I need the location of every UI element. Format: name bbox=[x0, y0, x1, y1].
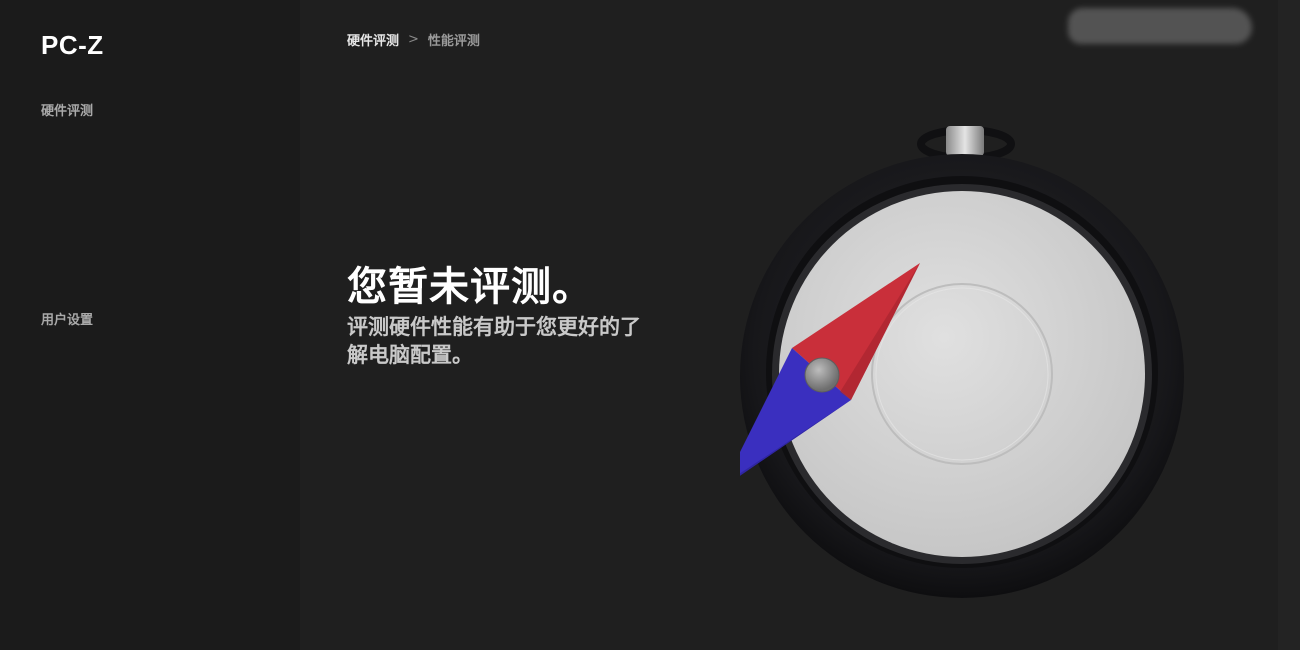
sidebar-item-user-settings[interactable]: 用户设置 bbox=[41, 309, 93, 328]
compass-crown bbox=[946, 126, 984, 156]
sidebar: PC-Z 硬件评测 用户设置 bbox=[0, 0, 300, 650]
breadcrumb-current: 性能评测 bbox=[427, 34, 480, 49]
compass-icon bbox=[740, 120, 1186, 600]
redacted-account-area bbox=[1068, 8, 1252, 44]
compass-center-pin bbox=[804, 357, 840, 393]
breadcrumb-root[interactable]: 硬件评测 bbox=[347, 30, 399, 49]
breadcrumb: 硬件评测 > 性能评测 bbox=[347, 30, 480, 49]
breadcrumb-separator: > bbox=[408, 32, 419, 47]
empty-state-headline: 您暂未评测。 bbox=[347, 264, 593, 310]
app-title: PC-Z bbox=[41, 30, 104, 60]
right-edge-strip bbox=[1278, 0, 1300, 650]
sidebar-item-hardware-review[interactable]: 硬件评测 bbox=[41, 100, 93, 119]
empty-state-description: 评测硬件性能有助于您更好的了解电脑配置。 bbox=[347, 315, 641, 367]
app-window: PC-Z 硬件评测 用户设置 硬件评测 > 性能评测 您暂未评测。 评测硬件性能… bbox=[0, 0, 1300, 650]
main-content: 硬件评测 > 性能评测 您暂未评测。 评测硬件性能有助于您更好的了解电脑配置。 bbox=[300, 0, 1278, 650]
